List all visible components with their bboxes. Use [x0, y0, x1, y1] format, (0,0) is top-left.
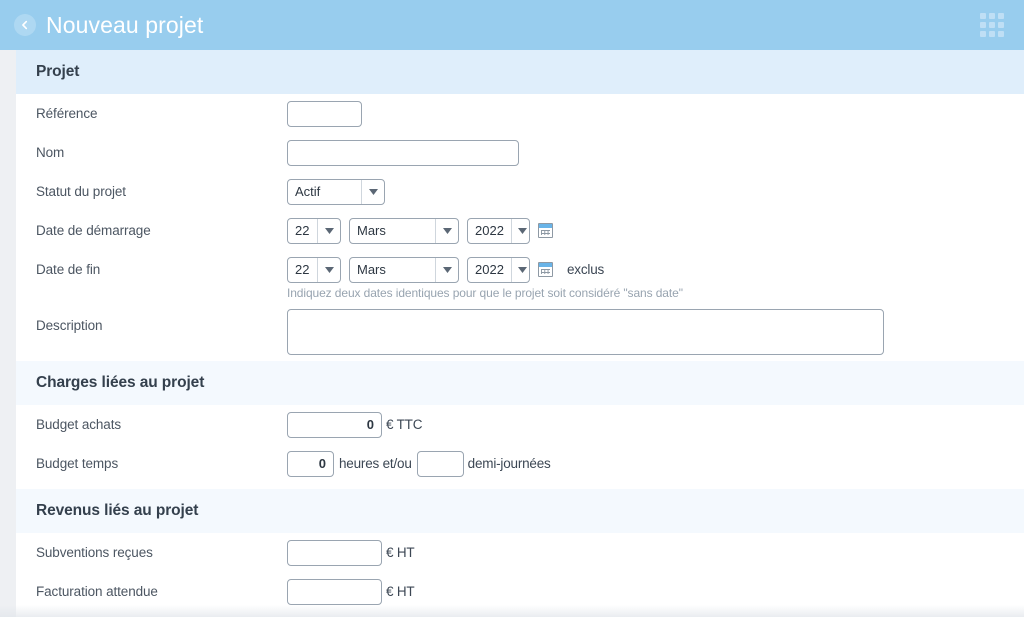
subventions-input[interactable] — [287, 539, 382, 566]
section-rows-charges: Budget achats € TTC Budget temps heures … — [16, 405, 1024, 489]
field-reference — [287, 100, 362, 127]
grid-cell — [980, 13, 986, 19]
form-row-reference: Référence — [16, 94, 1024, 133]
form-row-nom: Nom — [16, 133, 1024, 172]
date-fin-day-value: 22 — [295, 262, 310, 277]
date-hint-text: Indiquez deux dates identiques pour que … — [287, 286, 683, 300]
description-textarea[interactable] — [287, 309, 884, 355]
date-demarrage-year-select[interactable]: 2022 — [467, 217, 530, 244]
grid-cell — [998, 31, 1004, 37]
statut-select-value: Actif — [295, 184, 321, 199]
calendar-icon[interactable] — [538, 223, 553, 238]
field-subventions: € HT — [287, 539, 415, 566]
app-header-bar: Nouveau projet — [0, 0, 1024, 50]
form-row-subventions: Subventions reçues € HT — [16, 533, 1024, 572]
section-header-charges: Charges liées au projet — [16, 361, 1024, 405]
field-description — [287, 309, 884, 355]
field-nom — [287, 139, 519, 166]
date-fin-month-value: Mars — [357, 262, 386, 277]
project-form-card: Projet Référence Nom Statut du projet Ac… — [16, 50, 1024, 617]
grid-cell — [989, 13, 995, 19]
date-demarrage-day-select[interactable]: 22 — [287, 217, 341, 244]
section-rows-projet: Référence Nom Statut du projet Actif Dat… — [16, 94, 1024, 361]
facturation-unit-label: € HT — [386, 584, 415, 599]
label-nom: Nom — [36, 145, 65, 160]
budget-temps-heures-input[interactable] — [287, 450, 334, 477]
form-row-date-demarrage: Date de démarrage 22 Mars 2022 — [16, 211, 1024, 250]
grid-apps-icon[interactable] — [980, 13, 1004, 37]
chevron-down-icon — [435, 257, 458, 282]
budget-temps-heures-unit-label: heures et/ou — [339, 456, 412, 471]
chevron-down-icon — [317, 257, 340, 282]
section-header-projet: Projet — [16, 50, 1024, 94]
date-fin-year-select[interactable]: 2022 — [467, 256, 530, 283]
chevron-down-icon — [317, 218, 340, 243]
page-title: Nouveau projet — [46, 11, 204, 38]
label-facturation-attendue: Facturation attendue — [36, 584, 158, 599]
budget-temps-demi-journees-unit-label: demi-journées — [467, 456, 551, 471]
chevron-down-icon — [510, 218, 529, 243]
chevron-down-icon — [435, 218, 458, 243]
grid-cell — [980, 22, 986, 28]
date-demarrage-month-value: Mars — [357, 223, 386, 238]
date-demarrage-month-select[interactable]: Mars — [349, 217, 459, 244]
date-fin-day-select[interactable]: 22 — [287, 256, 341, 283]
label-date-de-fin: Date de fin — [36, 262, 101, 277]
field-budget-temps: heures et/ou demi-journées — [287, 450, 551, 477]
grid-cell — [998, 22, 1004, 28]
label-budget-achats: Budget achats — [36, 417, 122, 432]
reference-input[interactable] — [287, 100, 362, 127]
grid-cell — [989, 22, 995, 28]
label-description: Description — [36, 318, 103, 333]
label-budget-temps: Budget temps — [36, 456, 119, 471]
form-row-description: Description — [16, 309, 1024, 355]
page-body: Projet Référence Nom Statut du projet Ac… — [0, 50, 1024, 617]
date-demarrage-day-value: 22 — [295, 223, 310, 238]
nom-input[interactable] — [287, 139, 519, 166]
calendar-icon[interactable] — [538, 262, 553, 277]
date-demarrage-year-value: 2022 — [475, 223, 504, 238]
date-fin-suffix-label: exclus — [567, 262, 605, 277]
label-statut-du-projet: Statut du projet — [36, 184, 126, 199]
field-date-demarrage: 22 Mars 2022 — [287, 217, 562, 244]
grid-cell — [998, 13, 1004, 19]
form-row-budget-temps: Budget temps heures et/ou demi-journées — [16, 444, 1024, 483]
field-facturation: € HT — [287, 578, 415, 605]
chevron-down-icon — [510, 257, 529, 282]
form-row-date-fin: Date de fin 22 Mars 2022 exclus — [16, 250, 1024, 289]
section-header-revenus: Revenus liés au projet — [16, 489, 1024, 533]
section-rows-revenus: Subventions reçues € HT Facturation atte… — [16, 533, 1024, 611]
label-date-de-demarrage: Date de démarrage — [36, 223, 151, 238]
budget-achats-unit-label: € TTC — [386, 417, 423, 432]
budget-achats-input[interactable] — [287, 411, 382, 438]
subventions-unit-label: € HT — [386, 545, 415, 560]
chevron-down-icon — [361, 179, 384, 204]
date-fin-year-value: 2022 — [475, 262, 504, 277]
grid-cell — [980, 31, 986, 37]
date-fin-month-select[interactable]: Mars — [349, 256, 459, 283]
field-statut: Actif — [287, 178, 393, 205]
statut-select[interactable]: Actif — [287, 178, 385, 205]
field-date-fin: 22 Mars 2022 exclus — [287, 256, 605, 283]
label-subventions-recues: Subventions reçues — [36, 545, 153, 560]
facturation-input[interactable] — [287, 578, 382, 605]
form-row-statut: Statut du projet Actif — [16, 172, 1024, 211]
form-row-facturation: Facturation attendue € HT — [16, 572, 1024, 611]
field-budget-achats: € TTC — [287, 411, 423, 438]
form-row-budget-achats: Budget achats € TTC — [16, 405, 1024, 444]
budget-temps-demi-journees-input[interactable] — [416, 450, 464, 477]
grid-cell — [989, 31, 995, 37]
back-arrow-icon[interactable] — [14, 14, 36, 36]
label-reference: Référence — [36, 106, 98, 121]
